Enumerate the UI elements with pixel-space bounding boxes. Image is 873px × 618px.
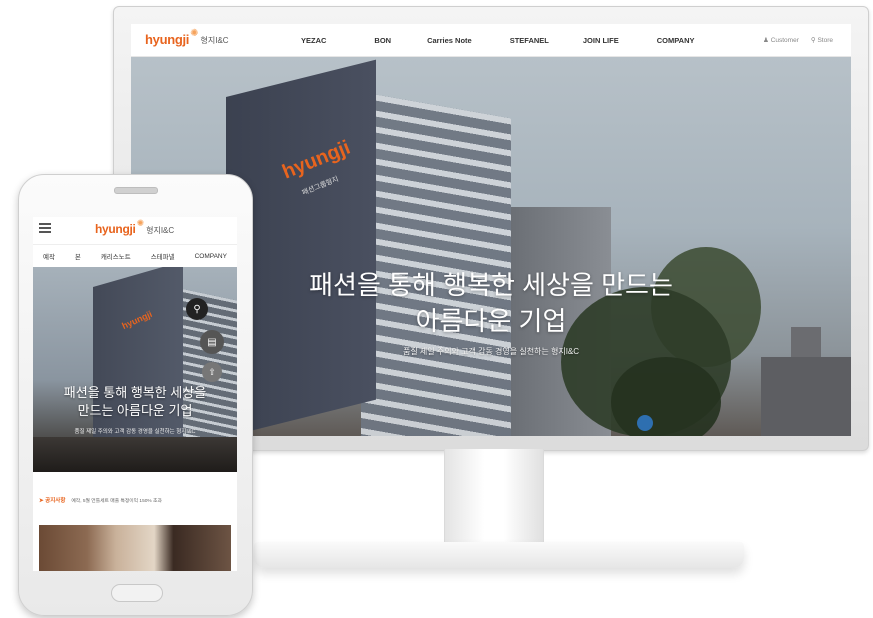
desktop-logo[interactable]: hyungji ✺ 형지I&C (145, 28, 229, 47)
store-link[interactable]: ⚲ Store (811, 36, 833, 44)
notice-label-text: 공지사항 (45, 498, 66, 504)
distant-building-image (761, 357, 851, 436)
megaphone-icon: ➤ (39, 498, 44, 504)
tab-yezac[interactable]: 예작 (43, 251, 55, 261)
mobile-screen: hyungji ✺ 형지I&C 예작 본 캐리스노트 스테파넬 COMPANY … (33, 217, 237, 571)
mobile-logo[interactable]: hyungji ✺ 형지I&C (95, 218, 175, 237)
notice-text: 예작, 5월 언틀세트 매출 특정이익 150% 초과 (71, 498, 162, 504)
menu-item-carries-note[interactable]: Carries Note (427, 36, 472, 45)
customer-label: Customer (770, 37, 799, 44)
building-fins-image (361, 92, 511, 436)
mobile-hero-title-line-2: 만드는 아름다운 기업 (77, 403, 193, 418)
hero-title: 패션을 통해 행복한 세상을 만드는 아름다운 기업 (251, 267, 731, 339)
phone-speaker (114, 187, 158, 194)
user-icon: ♟ (763, 37, 769, 44)
logo-brand: hyungji (95, 222, 136, 236)
hero-title-line-1: 패션을 통해 행복한 세상을 만드는 (309, 270, 673, 300)
hero-subtitle: 품질 제일 주의와 고객 감동 경영을 실천하는 형지I&C (402, 347, 580, 356)
home-button[interactable] (111, 584, 163, 602)
street-sign-icon (637, 415, 653, 431)
mobile-hero-title: 패션을 통해 행복한 세상을 만드는 아름다운 기업 (33, 384, 237, 420)
mobile-header: hyungji ✺ 형지I&C (33, 217, 237, 241)
mobile-phone: hyungji ✺ 형지I&C 예작 본 캐리스노트 스테파넬 COMPANY … (18, 174, 253, 616)
customer-link[interactable]: ♟ Customer (763, 36, 799, 44)
mobile-hero-title-line-1: 패션을 통해 행복한 세상을 (63, 385, 207, 400)
scroll-top-icon[interactable]: ⇧ (202, 362, 222, 382)
menu-item-stefanel[interactable]: STEFANEL (510, 36, 549, 45)
mobile-tab-bar: 예작 본 캐리스노트 스테파넬 COMPANY (33, 244, 237, 268)
chat-icon[interactable]: ▤ (200, 330, 224, 354)
menu-item-bon[interactable]: BON (374, 36, 391, 45)
menu-item-company[interactable]: COMPANY (657, 36, 695, 45)
tab-company[interactable]: COMPANY (195, 253, 227, 260)
menu-icon[interactable] (39, 223, 51, 233)
mobile-hero-subtitle: 품질 제일 주의와 고객 감동 경영을 실천하는 형지I&C (74, 429, 196, 435)
logo-brand: hyungji (145, 32, 190, 47)
ground-image (33, 437, 237, 472)
sun-icon: ✺ (136, 217, 145, 228)
menu-item-yezac[interactable]: YEZAC (301, 36, 326, 45)
sun-icon: ✺ (190, 28, 199, 39)
monitor-stand-neck (444, 449, 544, 549)
store-label: Store (817, 37, 833, 44)
logo-korean: 형지I&C (146, 225, 175, 235)
tab-stefanel[interactable]: 스테파넬 (151, 251, 175, 261)
tab-carries-note[interactable]: 캐리스노트 (101, 251, 131, 261)
logo-korean: 형지I&C (200, 36, 229, 45)
menu-item-join-life[interactable]: JOIN LIFE (583, 36, 619, 45)
location-pin-icon: ⚲ (810, 37, 816, 44)
tab-bon[interactable]: 본 (75, 251, 81, 261)
desktop-utility-links: ♟ Customer ⚲ Store (763, 24, 833, 56)
notice-label: ➤ 공지사항 (39, 496, 65, 504)
hero-title-line-2: 아름다운 기업 (415, 306, 567, 336)
monitor-stand-base (254, 542, 744, 568)
model-photo (39, 525, 231, 571)
location-pin-icon[interactable]: ⚲ (186, 298, 208, 320)
desktop-navbar: hyungji ✺ 형지I&C YEZAC BON Carries Note S… (131, 24, 851, 57)
notice-bar[interactable]: ➤ 공지사항 예작, 5월 언틀세트 매출 특정이익 150% 초과 (33, 491, 237, 509)
desktop-main-menu: YEZAC BON Carries Note STEFANEL JOIN LIF… (301, 24, 695, 56)
